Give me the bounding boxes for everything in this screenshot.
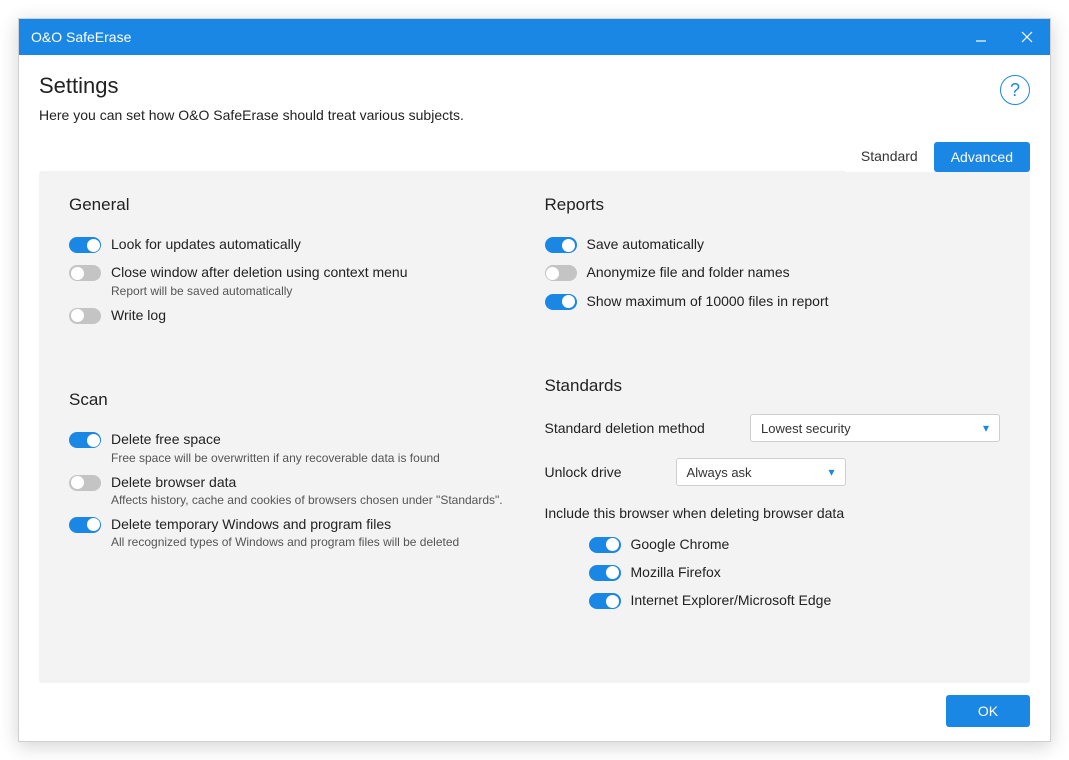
toggle-ie-edge[interactable]: [589, 593, 621, 609]
sub-close-window: Report will be saved automatically: [111, 284, 408, 298]
toggle-anonymize[interactable]: [545, 265, 577, 281]
unlock-value: Always ask: [687, 465, 752, 480]
ok-button[interactable]: OK: [946, 695, 1030, 727]
toggle-close-window[interactable]: [69, 265, 101, 281]
chevron-down-icon: ▾: [983, 421, 989, 435]
label-browser-data: Delete browser data: [111, 471, 503, 493]
toggle-updates[interactable]: [69, 237, 101, 253]
toggle-temp-files[interactable]: [69, 517, 101, 533]
label-ie-edge: Internet Explorer/Microsoft Edge: [631, 589, 832, 611]
footer: OK: [39, 683, 1030, 727]
toggle-browser-data[interactable]: [69, 475, 101, 491]
method-select[interactable]: Lowest security ▾: [750, 414, 1000, 442]
toggle-firefox[interactable]: [589, 565, 621, 581]
question-icon: ?: [1010, 80, 1020, 101]
window-title: O&O SafeErase: [31, 29, 958, 45]
app-window: O&O SafeErase Settings Here you can set …: [18, 18, 1051, 742]
unlock-label: Unlock drive: [545, 464, 622, 480]
toggle-max-files[interactable]: [545, 294, 577, 310]
page-subtitle: Here you can set how O&O SafeErase shoul…: [39, 107, 1000, 123]
section-reports: Reports Save automatically Anonymize fil…: [545, 195, 1001, 318]
label-chrome: Google Chrome: [631, 533, 730, 555]
label-updates: Look for updates automatically: [111, 233, 301, 255]
tabs: Standard Advanced: [39, 141, 1030, 171]
sub-free-space: Free space will be overwritten if any re…: [111, 451, 440, 465]
label-firefox: Mozilla Firefox: [631, 561, 721, 583]
method-label: Standard deletion method: [545, 420, 705, 436]
section-general: General Look for updates automatically C…: [69, 195, 525, 332]
sub-browser-data: Affects history, cache and cookies of br…: [111, 493, 503, 507]
standards-heading: Standards: [545, 376, 1001, 396]
page-title: Settings: [39, 73, 1000, 99]
tab-advanced[interactable]: Advanced: [934, 142, 1030, 172]
toggle-free-space[interactable]: [69, 432, 101, 448]
settings-panel: General Look for updates automatically C…: [39, 171, 1030, 683]
label-max-files: Show maximum of 10000 files in report: [587, 290, 829, 312]
toggle-chrome[interactable]: [589, 537, 621, 553]
label-write-log: Write log: [111, 304, 166, 326]
method-value: Lowest security: [761, 421, 851, 436]
reports-heading: Reports: [545, 195, 1001, 215]
chevron-down-icon: ▾: [829, 465, 835, 479]
toggle-write-log[interactable]: [69, 308, 101, 324]
include-browsers-label: Include this browser when deleting brows…: [545, 502, 1001, 524]
general-heading: General: [69, 195, 525, 215]
label-close-window: Close window after deletion using contex…: [111, 261, 408, 283]
toggle-save-auto[interactable]: [545, 237, 577, 253]
sub-temp-files: All recognized types of Windows and prog…: [111, 535, 459, 549]
label-free-space: Delete free space: [111, 428, 440, 450]
unlock-select[interactable]: Always ask ▾: [676, 458, 846, 486]
minimize-button[interactable]: [958, 19, 1004, 55]
label-save-auto: Save automatically: [587, 233, 705, 255]
label-anonymize: Anonymize file and folder names: [587, 261, 790, 283]
content-area: Settings Here you can set how O&O SafeEr…: [19, 55, 1050, 741]
section-standards: Standards Standard deletion method Lowes…: [545, 376, 1001, 618]
label-temp-files: Delete temporary Windows and program fil…: [111, 513, 459, 535]
tab-standard[interactable]: Standard: [845, 142, 934, 172]
help-button[interactable]: ?: [1000, 75, 1030, 105]
section-scan: Scan Delete free space Free space will b…: [69, 390, 525, 555]
scan-heading: Scan: [69, 390, 525, 410]
close-button[interactable]: [1004, 19, 1050, 55]
titlebar: O&O SafeErase: [19, 19, 1050, 55]
